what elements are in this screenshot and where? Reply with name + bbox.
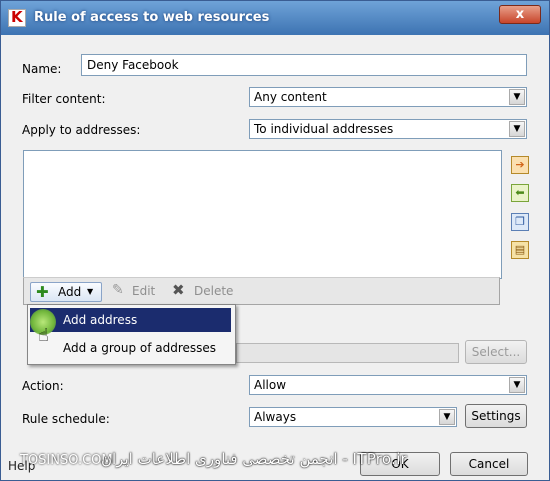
arrow-right-icon[interactable]: ➔ (511, 156, 529, 174)
rule-schedule-label: Rule schedule: (22, 412, 110, 426)
edit-button[interactable]: Edit (132, 282, 155, 300)
dropdown-arrow-icon: ▼ (87, 287, 94, 296)
name-field[interactable]: Deny Facebook (81, 54, 527, 76)
address-list-toolbar: ✚ Add ▼ ✎ Edit ✖ Delete (23, 277, 500, 305)
paste-icon[interactable]: ▤ (511, 241, 529, 259)
apply-addresses-label: Apply to addresses: (22, 123, 141, 137)
action-label: Action: (22, 379, 64, 393)
filter-content-value: Any content (254, 90, 327, 104)
apply-addresses-value: To individual addresses (254, 122, 394, 136)
menu-item-label: Add address (63, 313, 138, 327)
chevron-down-icon[interactable]: ▼ (509, 377, 525, 393)
filter-content-select[interactable]: Any content ▼ (249, 87, 527, 107)
pencil-icon: ✎ (112, 282, 124, 298)
close-button[interactable]: x (499, 5, 541, 24)
kaspersky-logo-icon: K (8, 8, 26, 27)
filter-content-label: Filter content: (22, 92, 106, 106)
menu-item-add-group[interactable]: Add a group of addresses (30, 336, 231, 360)
apply-addresses-select[interactable]: To individual addresses ▼ (249, 119, 527, 139)
chevron-down-icon[interactable]: ▼ (509, 89, 525, 105)
rule-schedule-value: Always (254, 410, 297, 424)
dialog-content: Name: Deny Facebook Filter content: Any … (6, 35, 544, 480)
cancel-button[interactable]: Cancel (450, 452, 528, 476)
settings-button[interactable]: Settings (465, 404, 527, 428)
rule-schedule-select[interactable]: Always ▼ (249, 407, 457, 427)
add-dropdown-menu: Add address Add a group of addresses ☝ (27, 304, 236, 365)
name-label: Name: (22, 62, 62, 76)
action-select[interactable]: Allow ▼ (249, 375, 527, 395)
hand-cursor-icon: ☝ (38, 325, 49, 346)
menu-item-label: Add a group of addresses (63, 341, 217, 355)
group-field (236, 343, 459, 363)
watermark-text: انجمن تخصصی فناوری اطلاعات ایران - ITPro… (101, 450, 408, 468)
select-button[interactable]: Select... (465, 340, 527, 364)
window-title: Rule of access to web resources (34, 10, 270, 25)
add-label: Add (58, 285, 82, 299)
dialog-window: K Rule of access to web resources x Name… (0, 0, 550, 481)
copy-icon[interactable]: ❐ (511, 213, 529, 231)
arrow-left-icon[interactable]: ⬅ (511, 184, 529, 202)
add-button[interactable]: ✚ Add ▼ (30, 282, 102, 302)
address-list[interactable] (23, 150, 502, 279)
chevron-down-icon[interactable]: ▼ (439, 409, 455, 425)
menu-item-add-address[interactable]: Add address (30, 308, 231, 332)
delete-x-icon: ✖ (172, 281, 185, 299)
title-bar[interactable]: K Rule of access to web resources x (1, 1, 549, 35)
plus-icon: ✚ (36, 283, 49, 301)
chevron-down-icon[interactable]: ▼ (509, 121, 525, 137)
watermark-site: TOSINSO.COM (20, 453, 113, 468)
delete-button[interactable]: Delete (194, 282, 233, 300)
action-value: Allow (254, 378, 287, 392)
